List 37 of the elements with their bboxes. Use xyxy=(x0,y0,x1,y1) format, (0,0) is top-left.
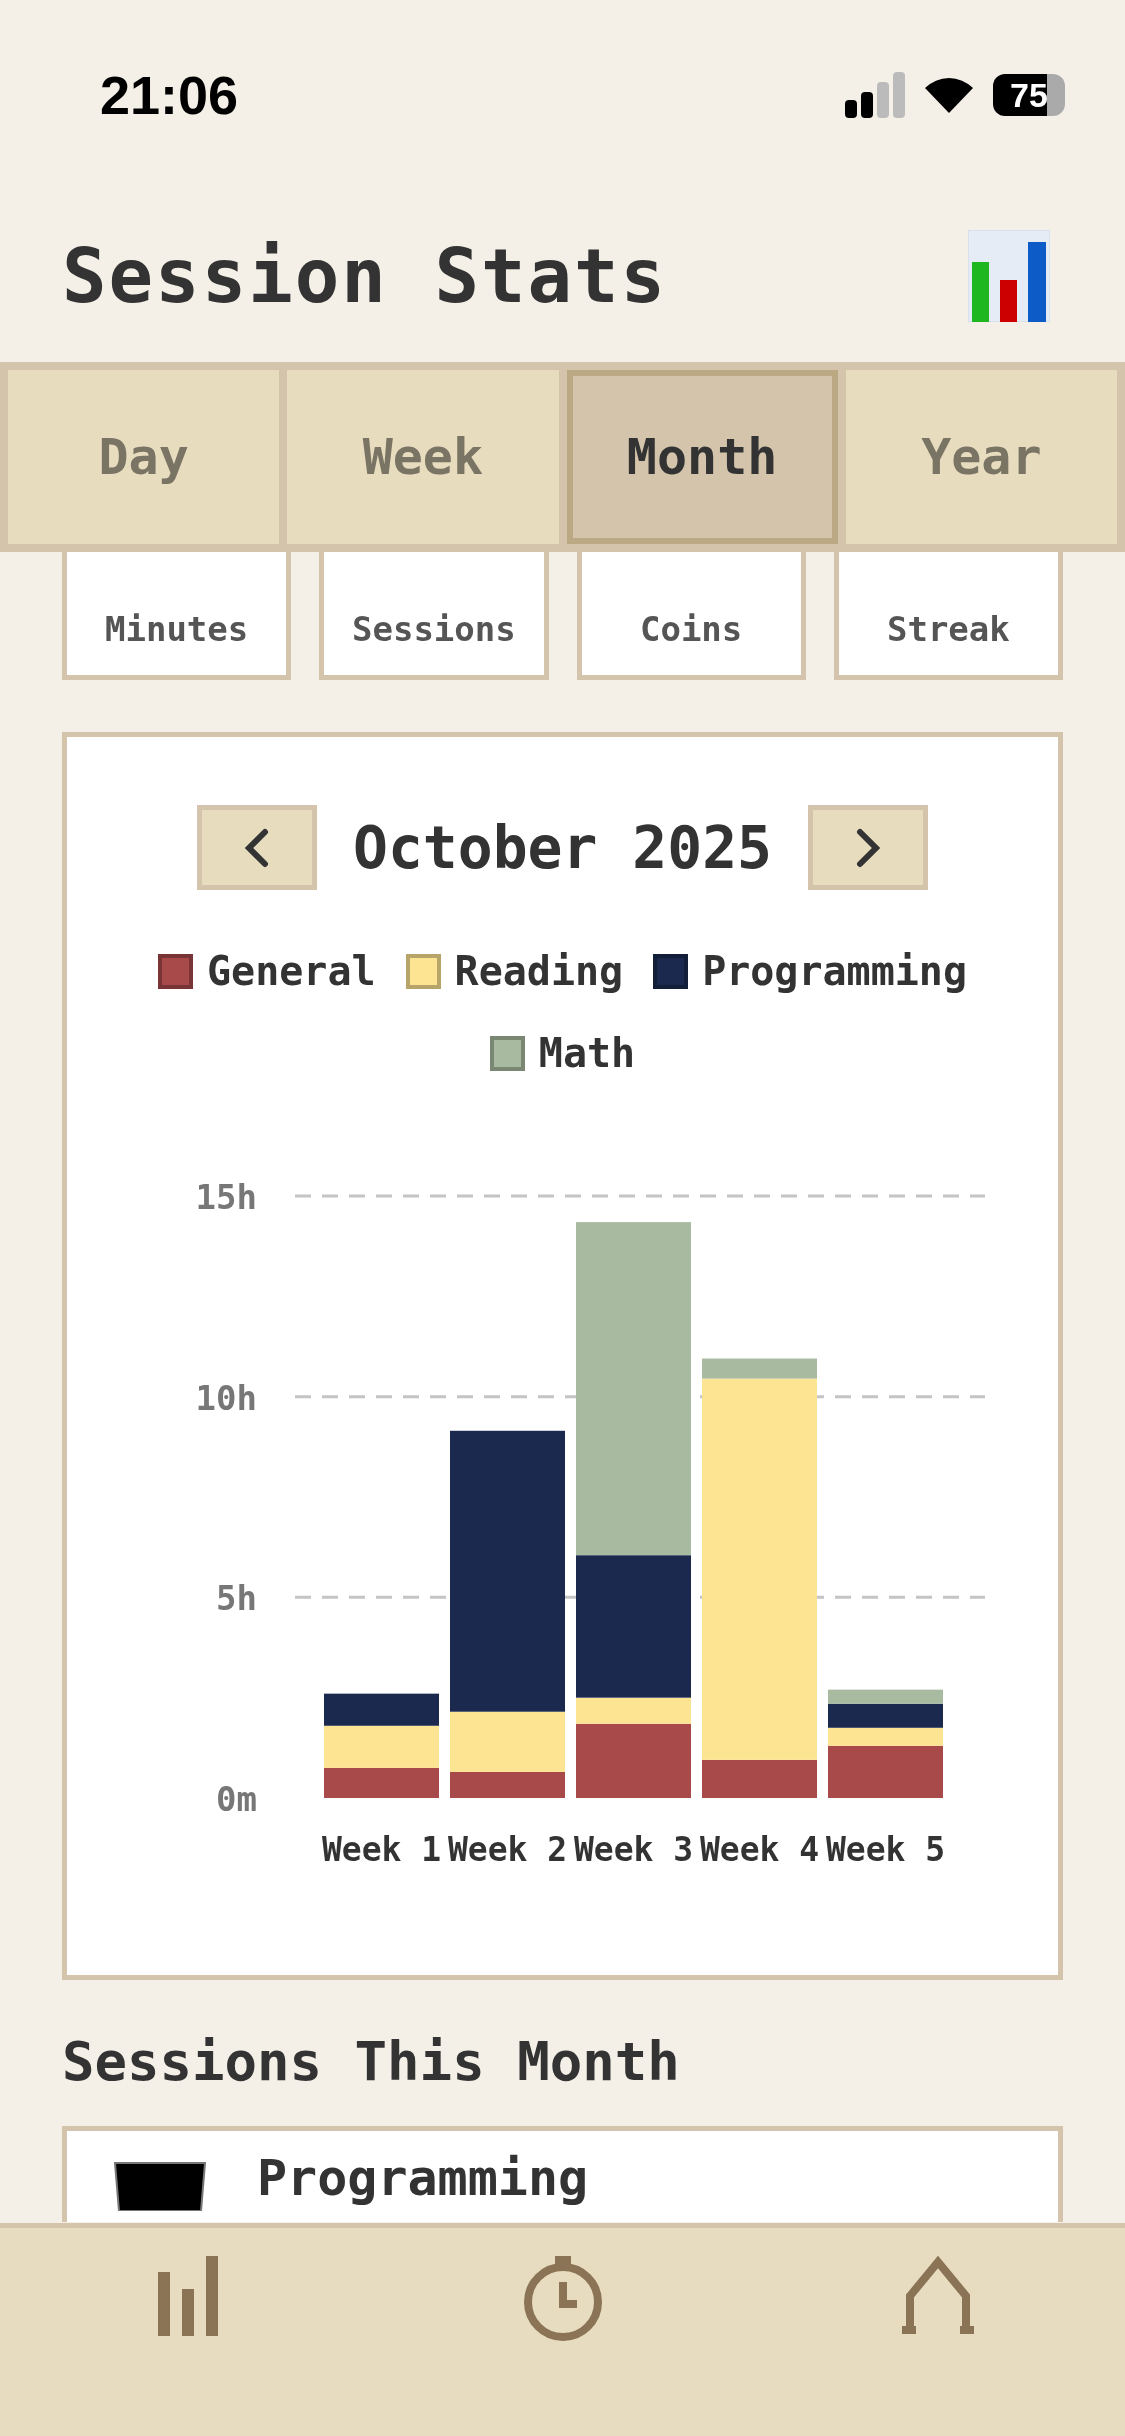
axis-label: Week 2 xyxy=(447,1830,568,1869)
bar-chart-icon xyxy=(968,230,1050,322)
stat-label: Sessions xyxy=(352,609,516,649)
axis-label: Week 4 xyxy=(699,1830,820,1869)
clock-time: 21:06 xyxy=(100,64,239,126)
period-tab[interactable]: Day xyxy=(8,370,280,544)
legend-label: General xyxy=(206,948,376,994)
stats-icon[interactable] xyxy=(157,2256,218,2336)
previous-month-button[interactable] xyxy=(197,805,317,890)
axis-label: 15h xyxy=(195,1177,257,1217)
chevron-left-icon xyxy=(245,827,269,868)
chevron-right-icon xyxy=(856,827,880,868)
timer-icon[interactable] xyxy=(522,2256,603,2342)
session-item[interactable]: Programming xyxy=(62,2126,1063,2222)
wifi-icon xyxy=(923,75,975,115)
stat-label: Streak xyxy=(886,609,1010,649)
battery-icon: 75 xyxy=(993,74,1065,116)
section-heading: Sessions This Month xyxy=(62,2030,681,2095)
period-tab[interactable]: Year xyxy=(845,370,1117,544)
axis-label: 0m xyxy=(216,1779,257,1819)
stat-label: Minutes xyxy=(104,609,249,649)
signal-icon xyxy=(845,72,905,118)
period-tab[interactable]: Week xyxy=(287,370,559,544)
axis-label: Week 1 xyxy=(321,1830,442,1869)
axis-label: 10h xyxy=(195,1377,257,1418)
axis-label: 5h xyxy=(216,1578,257,1619)
period-tab[interactable]: Month xyxy=(566,370,838,544)
page-title: Session Stats xyxy=(62,233,668,319)
legend-label: Programming xyxy=(702,948,968,994)
month-title: October 2025 xyxy=(352,813,773,882)
legend-label: Reading xyxy=(454,948,624,994)
session-title: Programming xyxy=(257,2151,589,2206)
axis-label: Week 3 xyxy=(573,1830,694,1869)
next-month-button[interactable] xyxy=(808,805,928,890)
legend-label: Math xyxy=(538,1030,636,1076)
stat-label: Coins xyxy=(639,609,743,649)
axis-label: Week 5 xyxy=(825,1830,946,1869)
